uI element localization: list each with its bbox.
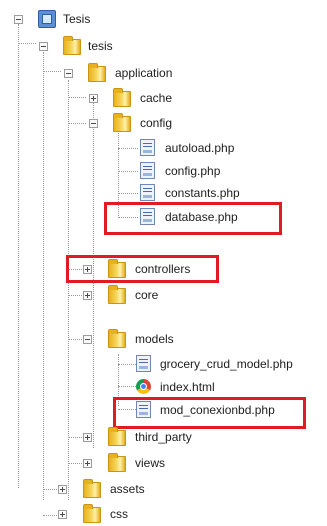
tree-node-index-html[interactable]: index.html (0, 376, 260, 398)
tree-node-autoload-php[interactable]: autoload.php (0, 137, 280, 159)
tree-node-config-php[interactable]: config.php (0, 160, 280, 182)
expand-toggle-icon[interactable] (83, 459, 92, 468)
expand-toggle-icon[interactable] (58, 485, 67, 494)
tree-node-assets[interactable]: assets (0, 478, 200, 500)
tree-node-config[interactable]: config (0, 112, 200, 134)
folder-icon (113, 88, 131, 107)
tree-node-application[interactable]: application (0, 62, 200, 84)
file-tree: Tesis tesis application cache config aut… (0, 0, 327, 526)
tree-node-label: css (110, 507, 128, 521)
folder-icon (113, 113, 131, 132)
tree-node-cache[interactable]: cache (0, 87, 200, 109)
tree-node-label: index.html (160, 380, 215, 394)
tree-node-label: cache (140, 91, 173, 105)
folder-icon (88, 63, 106, 82)
tree-node-tesis-folder[interactable]: tesis (0, 35, 140, 57)
highlight-box-mod-conexionbd (113, 397, 306, 429)
folder-icon (108, 453, 126, 472)
php-file-icon (136, 355, 151, 372)
tree-node-label: config.php (165, 164, 221, 178)
tree-node-views[interactable]: views (0, 452, 200, 474)
tree-node-grocery-crud-model-php[interactable]: grocery_crud_model.php (0, 353, 327, 375)
tree-node-label: application (115, 66, 173, 80)
collapse-toggle-icon[interactable] (14, 15, 23, 24)
folder-icon (63, 36, 81, 55)
php-file-icon (140, 184, 155, 201)
highlight-box-database (104, 202, 282, 235)
tree-node-label: third_party (135, 430, 192, 444)
collapse-toggle-icon[interactable] (64, 69, 73, 78)
tree-node-label: config (140, 116, 173, 130)
tree-node-core[interactable]: core (0, 284, 200, 306)
tree-node-label: models (135, 332, 174, 346)
collapse-toggle-icon[interactable] (89, 119, 98, 128)
tree-node-constants-php[interactable]: constants.php (0, 182, 280, 204)
chrome-html-icon (136, 379, 151, 394)
tree-node-label: assets (110, 482, 145, 496)
collapse-toggle-icon[interactable] (83, 335, 92, 344)
tree-node-tesis-project[interactable]: Tesis (0, 8, 120, 30)
tree-node-label: grocery_crud_model.php (160, 357, 293, 371)
php-file-icon (140, 139, 155, 156)
tree-node-third-party[interactable]: third_party (0, 426, 200, 448)
folder-icon (83, 479, 101, 498)
tree-node-label: core (135, 288, 159, 302)
expand-toggle-icon[interactable] (83, 291, 92, 300)
folder-icon (108, 329, 126, 348)
highlight-box-controllers (66, 255, 219, 283)
tree-node-label: views (135, 456, 166, 470)
expand-toggle-icon[interactable] (58, 510, 67, 519)
folder-icon (83, 504, 101, 523)
expand-toggle-icon[interactable] (83, 433, 92, 442)
folder-icon (108, 427, 126, 446)
collapse-toggle-icon[interactable] (39, 42, 48, 51)
project-icon (38, 10, 56, 28)
expand-toggle-icon[interactable] (89, 94, 98, 103)
tree-node-label: constants.php (165, 186, 240, 200)
php-file-icon (140, 162, 155, 179)
tree-node-label: Tesis (63, 12, 91, 26)
tree-node-label: tesis (88, 39, 113, 53)
tree-node-label: autoload.php (165, 141, 235, 155)
tree-node-css[interactable]: css (0, 503, 200, 525)
tree-node-models[interactable]: models (0, 328, 200, 350)
folder-icon (108, 285, 126, 304)
